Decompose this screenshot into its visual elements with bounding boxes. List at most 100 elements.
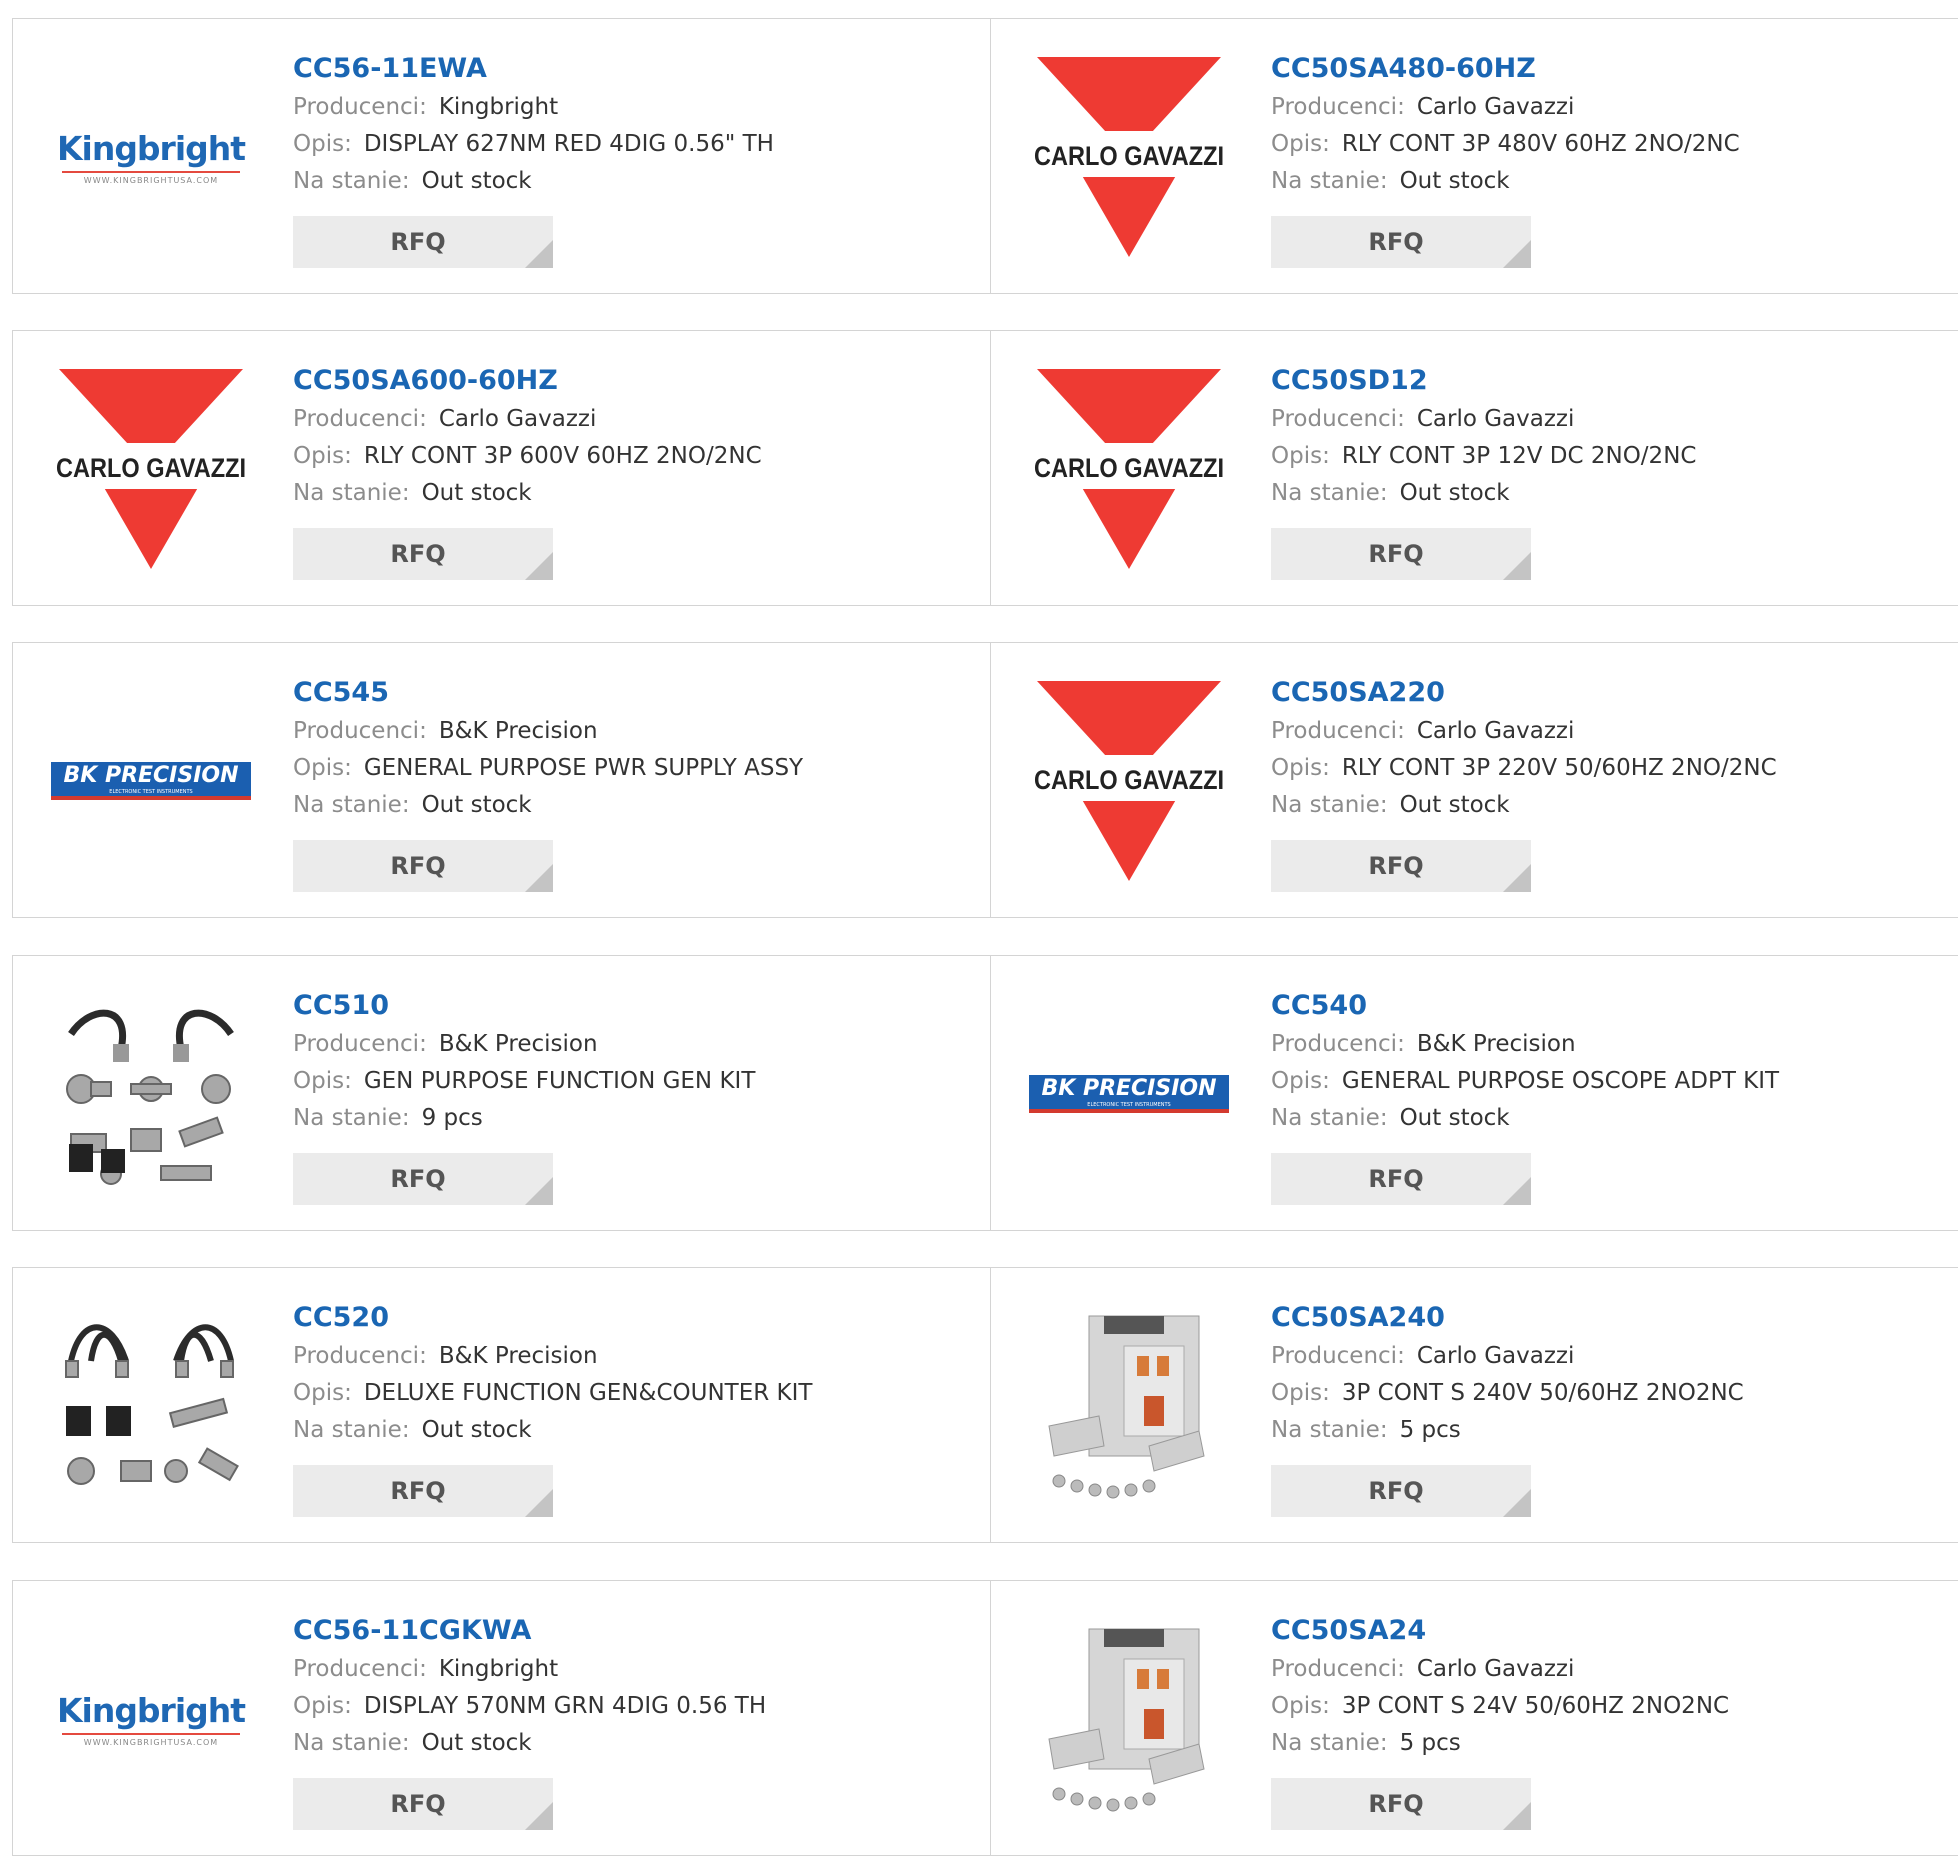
stock-label: Na stanie: [1271,1417,1388,1443]
description-label: Opis: [293,1693,352,1719]
part-number-link[interactable]: CC50SD12 [1271,361,1696,401]
manufacturer-row: Producenci: Kingbright [293,1651,766,1688]
rfq-button[interactable]: RFQ [293,1465,553,1517]
rfq-button[interactable]: RFQ [293,528,553,580]
stock-value: Out stock [421,1730,532,1756]
description-row: Opis: DISPLAY 627NM RED 4DIG 0.56" TH [293,126,774,163]
product-image[interactable]: BK PRECISION ELECTRONIC TEST INSTRUMENTS [1029,994,1229,1194]
product-image[interactable] [51,1306,251,1506]
carlo-gavazzi-logo: CARLO GAVAZZI [51,369,251,569]
manufacturer-label: Producenci: [293,1656,427,1682]
manufacturer-value: Carlo Gavazzi [438,406,597,432]
manufacturer-value: Carlo Gavazzi [1416,1343,1575,1369]
part-number-link[interactable]: CC50SA600-60HZ [293,361,762,401]
manufacturer-label: Producenci: [1271,1031,1405,1057]
rfq-label: RFQ [1368,1477,1424,1505]
bnc-adapter-kit-photo [66,1009,234,1185]
product-image[interactable]: Kingbright WWW.KINGBRIGHTUSA.COM [51,57,251,257]
manufacturer-row: Producenci: B&K Precision [1271,1026,1779,1063]
carlo-gavazzi-logo: CARLO GAVAZZI [1029,681,1229,881]
rfq-button[interactable]: RFQ [1271,1153,1531,1205]
product-card: Kingbright WWW.KINGBRIGHTUSA.COM CC56-11… [12,18,991,294]
stock-value: Out stock [1399,480,1510,506]
rfq-label: RFQ [1368,852,1424,880]
part-number-link[interactable]: CC545 [293,673,803,713]
corner-triangle-icon [525,240,553,268]
rfq-button[interactable]: RFQ [293,1153,553,1205]
manufacturer-label: Producenci: [293,718,427,744]
stock-value: Out stock [421,792,532,818]
manufacturer-row: Producenci: Carlo Gavazzi [1271,401,1696,438]
product-image[interactable] [1029,1619,1229,1819]
manufacturer-label: Producenci: [1271,406,1405,432]
part-number-link[interactable]: CC50SA480-60HZ [1271,49,1740,89]
manufacturer-row: Producenci: Carlo Gavazzi [1271,89,1740,126]
part-number-link[interactable]: CC56-11CGKWA [293,1611,766,1651]
description-row: Opis: 3P CONT S 24V 50/60HZ 2NO2NC [1271,1688,1729,1725]
rfq-button[interactable]: RFQ [1271,528,1531,580]
manufacturer-value: B&K Precision [438,718,598,744]
rfq-button[interactable]: RFQ [293,1778,553,1830]
product-info: CC50SA220 Producenci: Carlo Gavazzi Opis: RL… [1271,673,1777,892]
rfq-button[interactable]: RFQ [1271,840,1531,892]
description-label: Opis: [1271,131,1330,157]
stock-label: Na stanie: [1271,792,1388,818]
stock-label: Na stanie: [293,792,410,818]
product-card: BK PRECISION ELECTRONIC TEST INSTRUMENTS… [990,955,1958,1231]
manufacturer-label: Producenci: [293,1343,427,1369]
corner-triangle-icon [525,1489,553,1517]
description-row: Opis: GENERAL PURPOSE PWR SUPPLY ASSY [293,750,803,787]
logo-wordmark: CARLO GAVAZZI [1034,765,1224,795]
rfq-button[interactable]: RFQ [1271,216,1531,268]
description-label: Opis: [1271,1693,1330,1719]
stock-value: Out stock [421,168,532,194]
kingbright-logo: Kingbright WWW.KINGBRIGHTUSA.COM [56,1691,246,1747]
description-label: Opis: [1271,1068,1330,1094]
rfq-button[interactable]: RFQ [1271,1465,1531,1517]
product-image[interactable]: CARLO GAVAZZI [1029,57,1229,257]
logo-wordmark: CARLO GAVAZZI [1034,141,1224,171]
part-number-link[interactable]: CC520 [293,1298,812,1338]
description-value: GEN PURPOSE FUNCTION GEN KIT [363,1068,756,1094]
product-image[interactable] [1029,1306,1229,1506]
stock-row: Na stanie: Out stock [1271,163,1740,200]
logo-url-text: WWW.KINGBRIGHTUSA.COM [83,176,219,185]
description-row: Opis: DELUXE FUNCTION GEN&COUNTER KIT [293,1375,812,1412]
carlo-gavazzi-logo: CARLO GAVAZZI [1029,57,1229,257]
part-number-link[interactable]: CC540 [1271,986,1779,1026]
stock-row: Na stanie: Out stock [293,163,774,200]
product-image[interactable]: CARLO GAVAZZI [51,369,251,569]
manufacturer-label: Producenci: [1271,1343,1405,1369]
product-info: CC50SA600-60HZ Producenci: Carlo Gavazzi Op… [293,361,762,580]
product-image[interactable]: CARLO GAVAZZI [1029,681,1229,881]
corner-triangle-icon [1503,1802,1531,1830]
manufacturer-value: Carlo Gavazzi [1416,94,1575,120]
rfq-label: RFQ [390,852,446,880]
product-card: CC50SA240 Producenci: Carlo Gavazzi Opis: 3P… [990,1267,1958,1543]
stock-value: Out stock [421,480,532,506]
stock-row: Na stanie: Out stock [1271,1100,1779,1137]
product-image[interactable]: CARLO GAVAZZI [1029,369,1229,569]
bnc-cable-kit-photo [65,1324,239,1485]
description-value: GENERAL PURPOSE OSCOPE ADPT KIT [1341,1068,1780,1094]
rfq-button[interactable]: RFQ [293,216,553,268]
stock-row: Na stanie: Out stock [293,1725,766,1762]
rfq-label: RFQ [1368,540,1424,568]
stock-value: Out stock [1399,168,1510,194]
part-number-link[interactable]: CC50SA24 [1271,1611,1729,1651]
product-image[interactable]: Kingbright WWW.KINGBRIGHTUSA.COM [51,1619,251,1819]
part-number-link[interactable]: CC50SA240 [1271,1298,1744,1338]
part-number-link[interactable]: CC50SA220 [1271,673,1777,713]
product-card: CC520 Producenci: B&K Precision Opis: DELUXE… [12,1267,991,1543]
rfq-button[interactable]: RFQ [1271,1778,1531,1830]
rfq-button[interactable]: RFQ [293,840,553,892]
manufacturer-value: B&K Precision [438,1343,598,1369]
part-number-link[interactable]: CC56-11EWA [293,49,774,89]
product-grid: Kingbright WWW.KINGBRIGHTUSA.COM CC56-11… [0,0,1958,1856]
part-number-link[interactable]: CC510 [293,986,755,1026]
rfq-label: RFQ [390,1165,446,1193]
manufacturer-row: Producenci: Carlo Gavazzi [1271,1338,1744,1375]
description-value: 3P CONT S 240V 50/60HZ 2NO2NC [1341,1380,1744,1406]
product-image[interactable]: BK PRECISION ELECTRONIC TEST INSTRUMENTS [51,681,251,881]
product-image[interactable] [51,994,251,1194]
